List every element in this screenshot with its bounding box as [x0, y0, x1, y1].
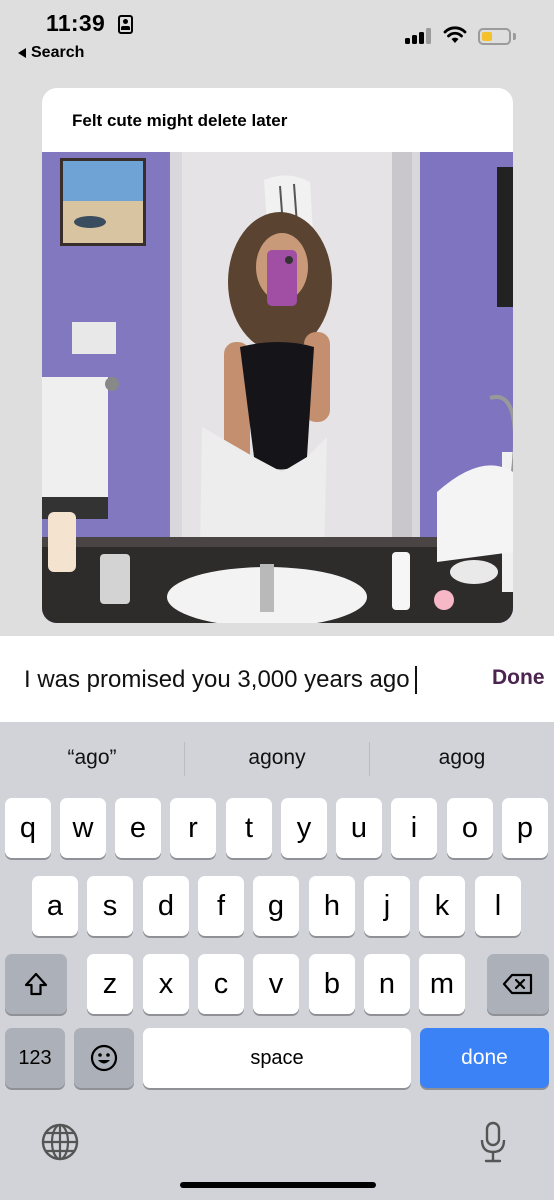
- microphone-icon[interactable]: [478, 1120, 508, 1164]
- key-h[interactable]: h: [309, 876, 355, 936]
- contact-card-icon: [118, 15, 133, 34]
- suggestion-1[interactable]: “ago”: [0, 746, 184, 770]
- key-z[interactable]: z: [87, 954, 133, 1014]
- key-y[interactable]: y: [281, 798, 327, 858]
- post-caption: Felt cute might delete later: [72, 111, 288, 130]
- key-k[interactable]: k: [419, 876, 465, 936]
- key-v[interactable]: v: [253, 954, 299, 1014]
- key-g[interactable]: g: [253, 876, 299, 936]
- key-q[interactable]: q: [5, 798, 51, 858]
- key-l[interactable]: l: [475, 876, 521, 936]
- key-c[interactable]: c: [198, 954, 244, 1014]
- text-caret: [415, 666, 417, 694]
- post-photo[interactable]: [42, 152, 513, 623]
- keyboard-done-key[interactable]: done: [420, 1028, 549, 1088]
- key-d[interactable]: d: [143, 876, 189, 936]
- caption-text-input[interactable]: I was promised you 3,000 years ago: [24, 666, 410, 694]
- mirror-selfie-image: [42, 152, 513, 623]
- keyboard: “ago” agony agog q w e r t y u i o p a s…: [0, 722, 554, 1200]
- key-m[interactable]: m: [419, 954, 465, 1014]
- suggestion-2[interactable]: agony: [185, 746, 369, 770]
- back-to-search-link[interactable]: Search: [18, 44, 84, 62]
- key-o[interactable]: o: [447, 798, 493, 858]
- delete-key[interactable]: [487, 954, 549, 1014]
- shift-icon: [24, 972, 48, 996]
- key-f[interactable]: f: [198, 876, 244, 936]
- numbers-key[interactable]: 123: [5, 1028, 65, 1088]
- caption-entry-bar: I was promised you 3,000 years ago Done: [0, 636, 554, 722]
- status-time: 11:39: [46, 10, 106, 36]
- key-x[interactable]: x: [143, 954, 189, 1014]
- key-e[interactable]: e: [115, 798, 161, 858]
- suggestion-bar: “ago” agony agog: [0, 722, 554, 796]
- key-t[interactable]: t: [226, 798, 272, 858]
- home-indicator[interactable]: [180, 1182, 376, 1188]
- shift-key[interactable]: [5, 954, 67, 1014]
- battery-tip: [513, 33, 516, 40]
- backspace-icon: [502, 973, 533, 995]
- key-s[interactable]: s: [87, 876, 133, 936]
- key-j[interactable]: j: [364, 876, 410, 936]
- key-w[interactable]: w: [60, 798, 106, 858]
- key-r[interactable]: r: [170, 798, 216, 858]
- back-label: Search: [31, 44, 85, 61]
- back-arrow-icon: [18, 48, 26, 58]
- battery-icon: [478, 28, 511, 45]
- key-p[interactable]: p: [502, 798, 548, 858]
- post-card: Felt cute might delete later: [42, 88, 513, 623]
- emoji-key[interactable]: [74, 1028, 134, 1088]
- status-bar: 11:39 Search: [0, 0, 554, 72]
- emoji-icon: [90, 1044, 118, 1072]
- cellular-signal-icon: [405, 28, 433, 44]
- battery-level: [482, 32, 492, 41]
- globe-icon[interactable]: [40, 1122, 80, 1162]
- key-b[interactable]: b: [309, 954, 355, 1014]
- key-n[interactable]: n: [364, 954, 410, 1014]
- wifi-icon: [443, 26, 467, 43]
- key-u[interactable]: u: [336, 798, 382, 858]
- key-a[interactable]: a: [32, 876, 78, 936]
- suggestion-3[interactable]: agog: [370, 746, 554, 770]
- key-i[interactable]: i: [391, 798, 437, 858]
- space-key[interactable]: space: [143, 1028, 411, 1088]
- entry-done-button[interactable]: Done: [492, 666, 545, 690]
